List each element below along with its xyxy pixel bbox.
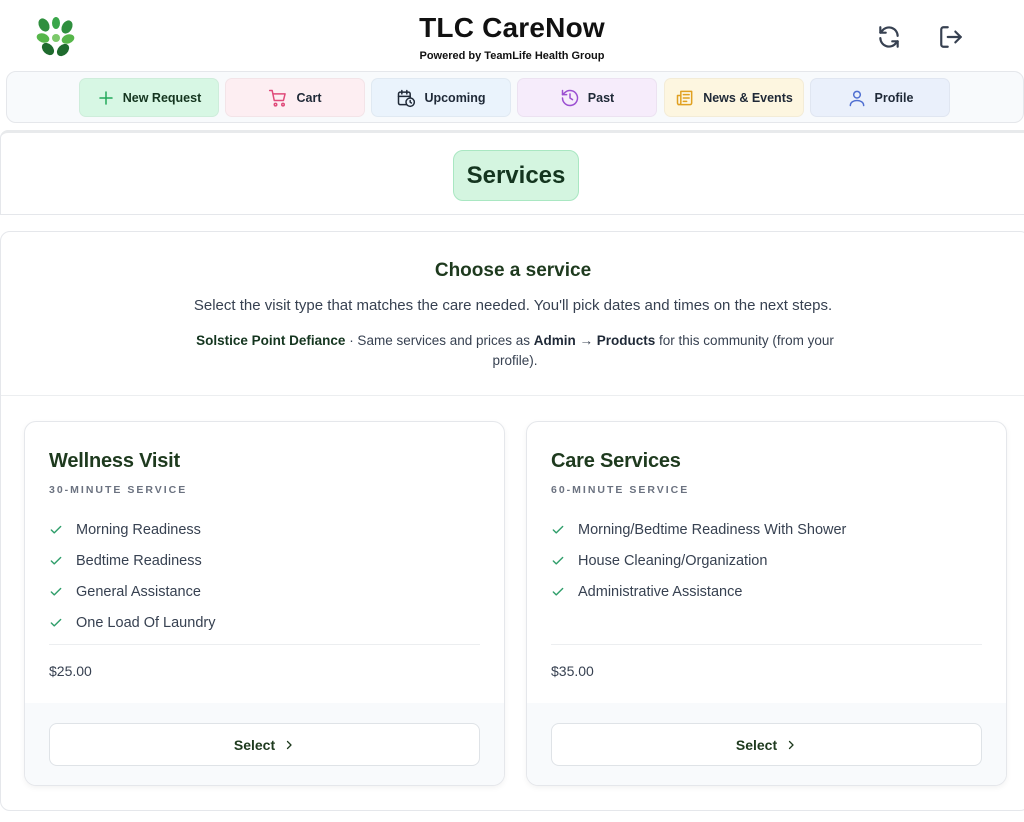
tab-label: Past	[587, 90, 615, 105]
refresh-icon[interactable]	[874, 22, 904, 52]
service-price: $25.00	[49, 663, 92, 679]
check-icon	[50, 525, 62, 534]
feature-label: Morning/Bedtime Readiness With Shower	[578, 521, 847, 538]
plus-icon	[99, 90, 113, 105]
tab-label: News & Events	[703, 90, 793, 105]
tab-cart[interactable]: Cart	[225, 78, 365, 117]
service-price: $35.00	[551, 663, 594, 679]
service-title: Wellness Visit	[49, 450, 180, 472]
note-text: · Same services and prices as	[345, 333, 534, 348]
intro-description: Select the visit type that matches the c…	[193, 297, 833, 314]
tab-label: Cart	[296, 90, 322, 105]
chevron-right-icon	[286, 740, 292, 749]
list-item: Morning Readiness	[49, 514, 215, 545]
check-icon	[552, 556, 564, 565]
list-item: Bedtime Readiness	[49, 545, 215, 576]
list-item: House Cleaning/Organization	[551, 545, 846, 576]
app-title: TLC CareNow	[419, 12, 605, 43]
check-icon	[552, 525, 564, 534]
check-icon	[552, 587, 564, 596]
intro-title: Choose a service	[434, 260, 592, 281]
list-item: One Load Of Laundry	[49, 607, 215, 638]
check-icon	[50, 556, 62, 565]
service-duration: 30-MINUTE SERVICE	[49, 484, 188, 496]
tab-profile[interactable]: Profile	[810, 78, 950, 117]
calendar-clock-icon	[398, 89, 416, 107]
service-card-wellness-visit: Wellness Visit 30-MINUTE SERVICE Morning…	[24, 421, 505, 786]
check-icon	[50, 618, 62, 627]
list-item: Administrative Assistance	[551, 576, 846, 607]
feature-label: Morning Readiness	[76, 521, 201, 538]
card-footer: Select	[527, 703, 1006, 785]
service-duration: 60-MINUTE SERVICE	[551, 484, 690, 496]
feature-list: Morning Readiness Bedtime Readiness Gene…	[49, 514, 215, 638]
user-icon	[849, 90, 864, 106]
feature-label: House Cleaning/Organization	[578, 552, 768, 569]
select-button[interactable]: Select	[551, 723, 982, 766]
card-divider	[49, 644, 480, 645]
newspaper-icon	[676, 90, 693, 105]
app-subtitle: Powered by TeamLife Health Group	[419, 50, 605, 62]
tab-past[interactable]: Past	[517, 78, 657, 117]
service-title: Care Services	[551, 450, 681, 472]
tab-upcoming[interactable]: Upcoming	[371, 78, 511, 117]
main-nav: New Request Cart Upcoming Past News & Ev…	[6, 71, 1024, 123]
check-icon	[50, 587, 62, 596]
cart-icon	[269, 89, 287, 107]
products-label: Products	[596, 333, 656, 348]
tab-label: New Request	[122, 90, 202, 105]
select-label: Select	[233, 736, 276, 753]
services-header: Services	[0, 130, 1024, 215]
feature-label: One Load Of Laundry	[76, 614, 216, 631]
feature-list: Morning/Bedtime Readiness With Shower Ho…	[551, 514, 846, 607]
tab-label: Upcoming	[424, 90, 486, 105]
chevron-right-icon	[788, 740, 794, 749]
select-button[interactable]: Select	[49, 723, 480, 766]
app-header: TLC CareNow Powered by TeamLife Health G…	[0, 0, 1024, 72]
card-divider	[551, 644, 982, 645]
intro-note: Solstice Point Defiance · Same services …	[177, 331, 853, 371]
feature-label: Bedtime Readiness	[76, 552, 202, 569]
card-footer: Select	[25, 703, 504, 785]
admin-label: Admin	[533, 333, 576, 348]
arrow-text: →	[575, 333, 597, 348]
intro-section: Choose a service Select the visit type t…	[1, 232, 1024, 396]
history-icon	[561, 89, 578, 106]
list-item: Morning/Bedtime Readiness With Shower	[551, 514, 846, 545]
tab-label: Profile	[874, 90, 914, 105]
list-item: General Assistance	[49, 576, 215, 607]
service-chooser-card: Choose a service Select the visit type t…	[0, 231, 1024, 811]
community-name: Solstice Point Defiance	[196, 333, 346, 348]
tab-news-events[interactable]: News & Events	[664, 78, 804, 117]
page-title: Services	[453, 150, 579, 201]
feature-label: Administrative Assistance	[578, 583, 743, 600]
logout-icon[interactable]	[936, 22, 966, 52]
service-card-care-services: Care Services 60-MINUTE SERVICE Morning/…	[526, 421, 1007, 786]
select-label: Select	[735, 736, 778, 753]
tab-new-request[interactable]: New Request	[79, 78, 219, 117]
feature-label: General Assistance	[76, 583, 201, 600]
